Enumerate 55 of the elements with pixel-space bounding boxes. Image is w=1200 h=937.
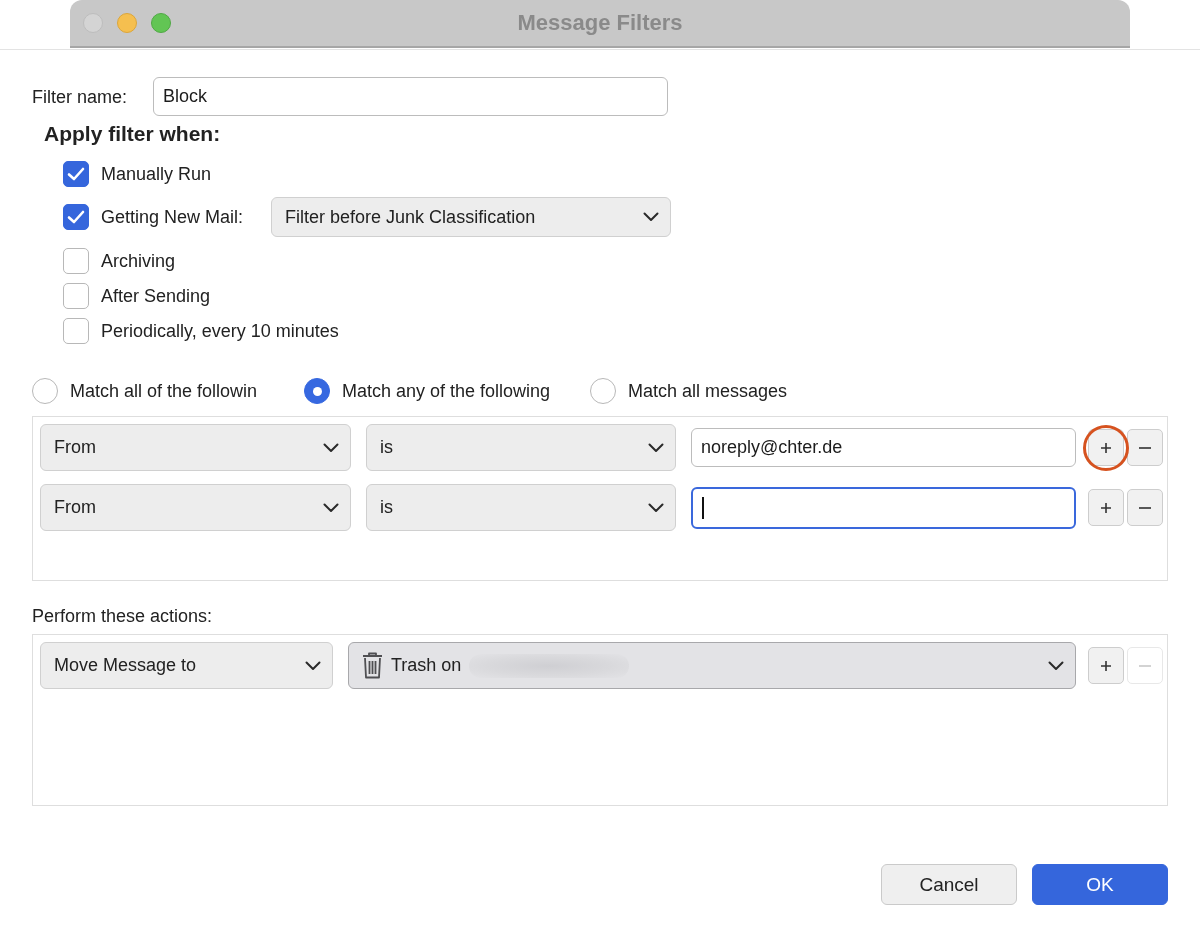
checkbox[interactable] xyxy=(63,160,89,187)
checkbox-label: Periodically, every 10 minutes xyxy=(101,319,339,342)
text-cursor xyxy=(702,496,704,519)
chevron-down-icon xyxy=(1048,660,1064,671)
minus-icon xyxy=(1139,506,1151,509)
plus-icon xyxy=(1100,659,1112,672)
operator-dropdown[interactable]: is xyxy=(366,484,676,531)
radio-button[interactable] xyxy=(304,378,330,404)
field-dropdown[interactable]: From xyxy=(40,424,351,471)
section-heading: Apply filter when: xyxy=(44,122,221,146)
chevron-down-icon xyxy=(305,660,321,671)
actions-label: Perform these actions: xyxy=(32,606,213,626)
chevron-down-icon xyxy=(648,442,664,453)
ok-button[interactable]: OK xyxy=(1032,864,1168,905)
field-dropdown[interactable]: From xyxy=(40,484,351,531)
timing-dropdown[interactable]: Filter before Junk Classification xyxy=(271,197,672,237)
radio-button[interactable] xyxy=(32,378,58,404)
checkmark-icon xyxy=(67,210,85,224)
radio-button[interactable] xyxy=(590,378,616,404)
zoom-button[interactable] xyxy=(151,13,171,33)
plus-icon xyxy=(1100,441,1112,454)
checkbox-label: Manually Run xyxy=(101,162,212,185)
minus-icon xyxy=(1139,446,1151,449)
folder-label: Trash on xyxy=(391,655,462,676)
window-title: Message Filters xyxy=(517,10,683,36)
radio-label: Match all messages xyxy=(628,380,788,402)
checkbox-label: Archiving xyxy=(101,249,176,272)
folder-dropdown[interactable]: Trash on xyxy=(348,642,1076,689)
value-input-field[interactable] xyxy=(691,486,1076,529)
checkbox-label: After Sending xyxy=(101,284,211,307)
chevron-down-icon xyxy=(323,502,339,513)
minimize-button[interactable] xyxy=(117,13,137,33)
operator-dropdown[interactable]: is xyxy=(366,424,676,471)
chevron-down-icon xyxy=(643,212,660,222)
checkbox[interactable] xyxy=(63,317,89,344)
checkbox-label: Getting New Mail: xyxy=(101,206,244,228)
checkbox[interactable] xyxy=(63,204,89,230)
checkbox[interactable] xyxy=(63,247,89,274)
radio-label: Match any of the following xyxy=(342,380,551,402)
trash-icon xyxy=(362,652,383,679)
cancel-button[interactable]: Cancel xyxy=(881,864,1017,905)
remove-rule-button[interactable] xyxy=(1127,429,1163,466)
minus-icon xyxy=(1139,664,1151,667)
filter-name-field[interactable]: Block xyxy=(153,77,668,116)
add-action-button[interactable] xyxy=(1088,647,1124,684)
filter-name-label: Filter name: xyxy=(32,86,128,107)
plus-icon xyxy=(1100,501,1112,514)
action-dropdown[interactable]: Move Message to xyxy=(40,642,333,689)
add-rule-button[interactable] xyxy=(1088,489,1124,526)
chevron-down-icon xyxy=(323,442,339,453)
checkmark-icon xyxy=(67,166,85,181)
value-input-field[interactable]: noreply@chter.de xyxy=(691,428,1076,467)
chevron-down-icon xyxy=(648,502,664,513)
checkbox[interactable] xyxy=(63,282,89,309)
radio-label: Match all of the followin xyxy=(70,380,258,402)
